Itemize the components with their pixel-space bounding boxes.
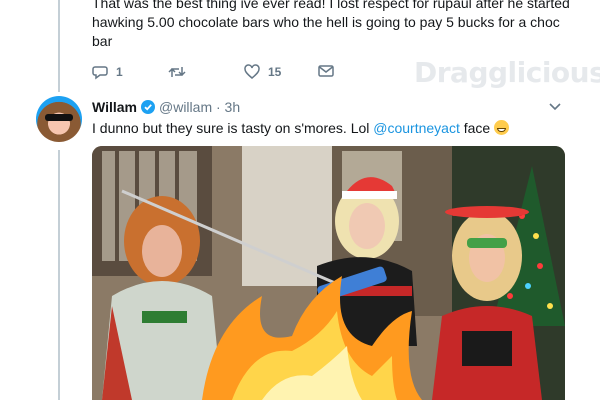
direct-message-icon <box>318 65 334 77</box>
retweet-icon <box>168 67 186 77</box>
grinning-face-emoji-icon <box>494 120 510 135</box>
like-icon <box>244 64 260 79</box>
previous-tweet-actions: 1 15 <box>92 64 352 82</box>
chevron-down-icon[interactable] <box>549 103 561 111</box>
retweet-button[interactable] <box>168 64 194 80</box>
reply-icon <box>92 66 108 80</box>
avatar[interactable] <box>36 96 82 142</box>
thread-line-bottom <box>58 150 60 400</box>
previous-tweet-text: That was the best thing ive ever read! I… <box>92 0 570 49</box>
avatar-glasses-art <box>45 114 73 121</box>
reply-button[interactable]: 1 <box>92 64 123 80</box>
mention-link[interactable]: @courtneyact <box>373 120 460 136</box>
like-count: 15 <box>268 65 282 79</box>
verified-badge-icon <box>141 100 155 114</box>
tweet-text-part-2: face <box>459 120 495 136</box>
reply-count: 1 <box>116 65 123 79</box>
tweet-header: Willam @willam · 3h <box>92 99 240 115</box>
direct-message-button[interactable] <box>318 64 334 78</box>
tweet-text-part-1: I dunno but they sure is tasty on s'more… <box>92 120 374 136</box>
tweet-text: I dunno but they sure is tasty on s'more… <box>92 120 510 136</box>
photo-illustration <box>92 146 565 400</box>
watermark-logo: Dragglicious <box>414 56 600 89</box>
display-name[interactable]: Willam <box>92 99 137 115</box>
tweet-photo[interactable] <box>92 146 565 400</box>
like-button[interactable]: 15 <box>244 64 281 80</box>
handle-and-time[interactable]: @willam · 3h <box>159 99 240 115</box>
thread-line-top <box>58 0 60 92</box>
